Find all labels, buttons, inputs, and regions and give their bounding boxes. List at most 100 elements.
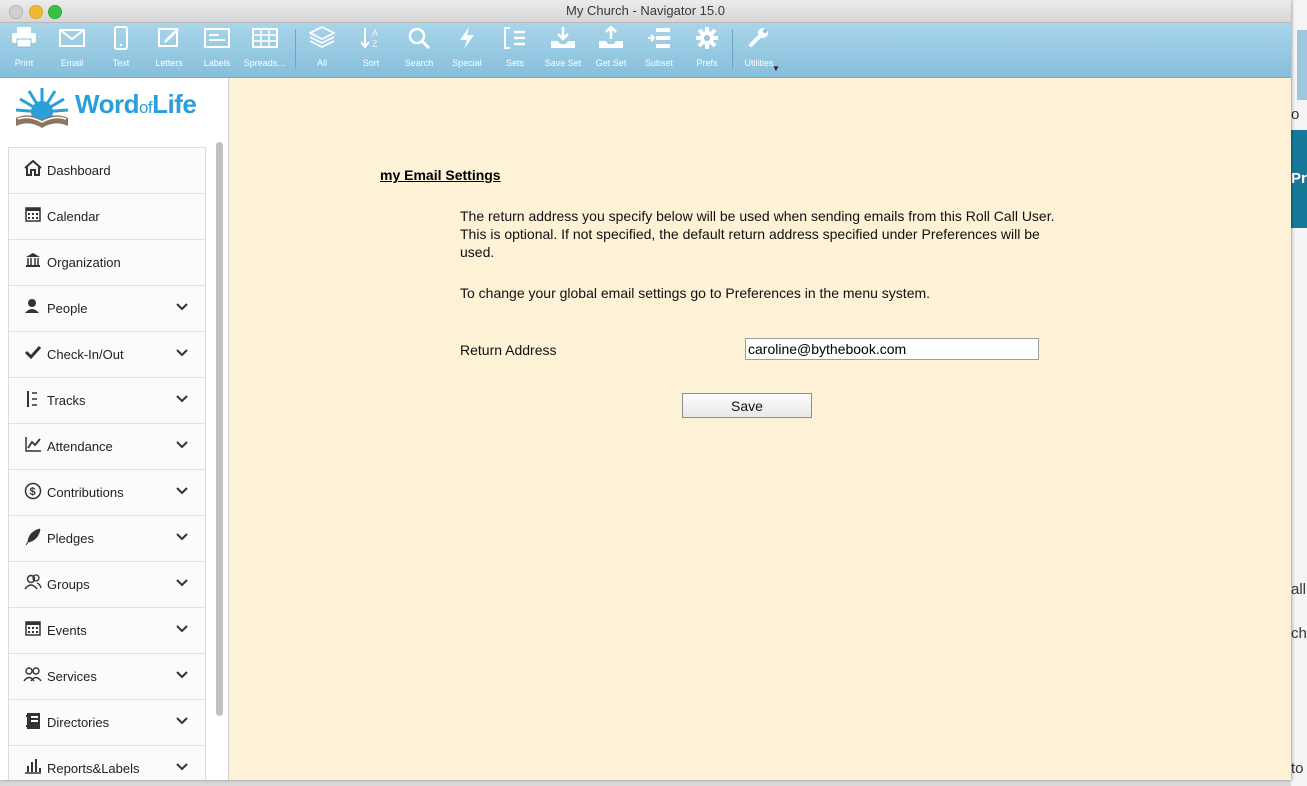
toolbar-separator	[732, 29, 733, 69]
phone-icon	[97, 26, 145, 56]
page-title: my Email Settings	[380, 167, 501, 183]
global-settings-note: To change your global email settings go …	[460, 285, 931, 301]
chevron-down-icon[interactable]	[175, 343, 189, 363]
dollar-circle-icon: $	[23, 482, 43, 502]
label-icon	[193, 26, 241, 56]
printer-icon	[0, 26, 48, 56]
background-banner: Pro	[1291, 130, 1307, 228]
background-text-fragment: Pro	[1291, 170, 1307, 187]
feather-icon	[23, 528, 43, 548]
toolbar: Print Email Text Letters Labels Spreads……	[0, 23, 1291, 78]
prefs-button[interactable]: Prefs	[683, 26, 731, 74]
sidebar-scrollbar[interactable]	[215, 140, 223, 780]
letters-button[interactable]: Letters	[145, 26, 193, 74]
tracks-icon	[23, 390, 43, 410]
svg-text:$: $	[30, 486, 36, 498]
save-button[interactable]: Save	[682, 393, 812, 418]
window-title: My Church - Navigator 15.0	[566, 3, 725, 18]
events-calendar-icon	[23, 620, 43, 640]
title-bar: My Church - Navigator 15.0	[0, 0, 1291, 23]
svg-text:Z: Z	[372, 39, 378, 49]
sidebar-item-reports-labels[interactable]: Reports&Labels	[9, 746, 205, 780]
calendar-icon	[23, 206, 43, 226]
word-of-life-logo: WordofLife	[12, 84, 217, 138]
magnifier-icon	[395, 26, 443, 56]
sidebar-nav: Dashboard Calendar Organization People C…	[8, 147, 206, 780]
chevron-down-icon[interactable]	[175, 757, 189, 777]
download-tray-icon	[539, 26, 587, 56]
all-button[interactable]: All	[298, 25, 346, 74]
sidebar-item-events[interactable]: Events	[9, 608, 205, 654]
layers-icon	[298, 25, 346, 56]
sidebar-item-attendance[interactable]: Attendance	[9, 424, 205, 470]
sidebar-scroll-thumb[interactable]	[216, 142, 223, 716]
background-text-fragment: all	[1291, 581, 1307, 598]
return-address-label: Return Address	[460, 342, 557, 358]
envelope-icon	[48, 26, 96, 56]
sets-icon	[491, 26, 539, 56]
text-button[interactable]: Text	[97, 26, 145, 74]
chevron-down-icon[interactable]	[175, 665, 189, 685]
app-window: My Church - Navigator 15.0 Print Email T…	[0, 0, 1291, 780]
svg-text:A: A	[372, 28, 378, 38]
chevron-down-icon[interactable]	[175, 573, 189, 593]
background-text-fragment: to	[1291, 760, 1304, 777]
sidebar-item-organization[interactable]: Organization	[9, 240, 205, 286]
background-text-fragment: ch	[1291, 625, 1307, 642]
sidebar-item-services[interactable]: Services	[9, 654, 205, 700]
chevron-down-icon[interactable]	[175, 297, 189, 317]
chevron-down-icon[interactable]	[175, 711, 189, 731]
sidebar-item-contributions[interactable]: $ Contributions	[9, 470, 205, 516]
sidebar-item-pledges[interactable]: Pledges	[9, 516, 205, 562]
sidebar-item-calendar[interactable]: Calendar	[9, 194, 205, 240]
home-icon	[23, 159, 43, 180]
sidebar-item-tracks[interactable]: Tracks	[9, 378, 205, 424]
print-button[interactable]: Print	[0, 26, 48, 74]
chevron-down-icon[interactable]	[175, 619, 189, 639]
sunrise-book-logo-icon	[15, 88, 69, 128]
gear-icon	[683, 26, 731, 56]
search-button[interactable]: Search	[395, 26, 443, 74]
main-content: my Email Settings The return address you…	[229, 78, 1291, 780]
sidebar-item-groups[interactable]: Groups	[9, 562, 205, 608]
services-icon	[23, 666, 43, 686]
lightning-icon	[443, 26, 491, 56]
chevron-down-icon[interactable]	[175, 481, 189, 501]
background-text-fragment: o	[1291, 106, 1300, 123]
sidebar-item-check-in-out[interactable]: Check-In/Out	[9, 332, 205, 378]
description-paragraph: The return address you specify below wil…	[460, 208, 1055, 260]
directory-book-icon	[23, 712, 43, 732]
chevron-down-icon[interactable]	[175, 389, 189, 409]
line-chart-icon	[23, 436, 43, 456]
sidebar-item-people[interactable]: People	[9, 286, 205, 332]
sidebar-item-dashboard[interactable]: Dashboard	[9, 148, 205, 194]
sidebar-item-directories[interactable]: Directories	[9, 700, 205, 746]
sort-button[interactable]: AZ Sort	[347, 26, 395, 74]
utilities-dropdown-caret-icon[interactable]: ▼	[772, 64, 780, 73]
sets-button[interactable]: Sets	[491, 26, 539, 74]
labels-button[interactable]: Labels	[193, 26, 241, 74]
upload-tray-icon	[587, 25, 635, 56]
chevron-down-icon[interactable]	[175, 527, 189, 547]
special-button[interactable]: Special	[443, 26, 491, 74]
email-button[interactable]: Email	[48, 26, 96, 74]
logo-wordmark: WordofLife	[75, 89, 197, 119]
return-address-input[interactable]	[745, 338, 1039, 360]
save-set-button[interactable]: Save Set	[539, 26, 587, 74]
spreadsheet-icon	[241, 26, 289, 56]
sidebar: WordofLife Dashboard Calendar Organizati…	[0, 78, 229, 780]
subset-button[interactable]: Subset	[635, 26, 683, 74]
wrench-icon	[735, 26, 783, 56]
group-icon	[23, 574, 43, 594]
sort-icon: AZ	[347, 26, 395, 56]
toolbar-separator	[295, 29, 296, 69]
bar-chart-icon	[23, 758, 43, 778]
background-window-toolbar-fragment	[1297, 30, 1307, 100]
chevron-down-icon[interactable]	[175, 435, 189, 455]
get-set-button[interactable]: Get Set	[587, 25, 635, 74]
subset-icon	[635, 26, 683, 56]
person-icon	[23, 298, 43, 318]
spreadsheet-button[interactable]: Spreads…	[241, 26, 289, 74]
letter-icon	[145, 26, 193, 56]
bank-icon	[23, 252, 43, 272]
